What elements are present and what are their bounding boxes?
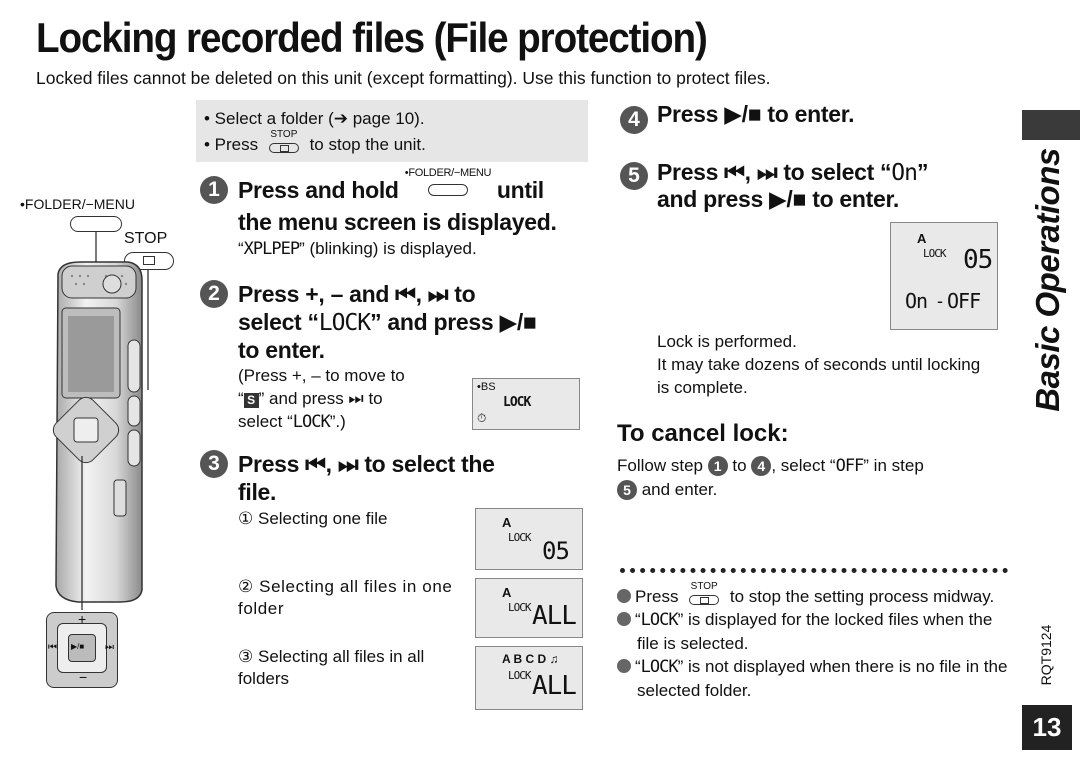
prestep-line-1: • Select a folder (➔ page 10).: [204, 109, 425, 128]
minus-button: −: [79, 669, 88, 685]
notes-list: Press STOP to stop the setting process m…: [617, 581, 1009, 702]
step-5-heading: Press ⏮, ⏭ to select “On”: [657, 159, 929, 186]
step-5-result: Lock is performed. It may take dozens of…: [657, 332, 981, 397]
section-label: Basic Operations: [1029, 148, 1066, 412]
step-3-heading-line2: file.: [238, 479, 277, 505]
stop-key-icon: STOP: [687, 581, 721, 606]
rewind-button: ⏮: [48, 642, 57, 653]
step-3-number: 3: [200, 450, 228, 478]
step-1-number: 1: [200, 176, 228, 204]
page-number: 13: [1022, 705, 1072, 750]
step-5-lcd-display: A LOCK 05 On - OFF: [890, 222, 998, 330]
lcd-off-option: OFF: [947, 289, 981, 313]
notes-divider: [620, 568, 1008, 573]
step-3-lcd-all-in-folder: A LOCK ALL: [475, 578, 583, 638]
page-subtitle: Locked files cannot be deleted on this u…: [36, 68, 771, 88]
step-3-lcd-one-file: A LOCK 05: [475, 508, 583, 570]
step-5-heading-line2: and press ▶/■ to enter.: [657, 186, 899, 212]
step-3-heading: Press ⏮, ⏭ to select the: [238, 451, 495, 477]
document-code: RQT9124: [1038, 624, 1054, 686]
step-2-heading-line2: select “LOCK” and press ▶/■: [238, 309, 537, 336]
page-title: Locking recorded files (File protection): [36, 14, 708, 61]
prestep-line-2: • Press STOP to stop the unit.: [204, 129, 426, 154]
step-3-option-1: ① Selecting one file: [238, 509, 388, 528]
plus-button: +: [78, 611, 87, 627]
step-2-body: (Press +, – to move to “S” and press ⏭ t…: [238, 366, 405, 432]
step-4-heading: Press ▶/■ to enter.: [657, 101, 855, 127]
step-3-option-2: ② Selecting all files in one folder: [238, 577, 453, 618]
step-1-heading: Press and hold •FOLDER/−MENU until: [238, 167, 544, 204]
device-illustration: •FOLDER/−MENU STOP + − ⏮ ⏭ ▶/■: [0, 190, 200, 730]
play-stop-button: ▶/■: [71, 642, 85, 651]
step-2-lcd-display: •BS LOCK ⏱: [472, 378, 580, 430]
lcd-text-xplpep: XPLPEP: [243, 239, 300, 259]
folder-menu-key-icon: •FOLDER/−MENU: [405, 168, 492, 200]
lcd-text-lock: LOCK: [318, 310, 371, 336]
stop-key-icon: STOP: [267, 129, 301, 154]
step-2-number: 2: [200, 280, 228, 308]
step-1-body: “XPLPEP” (blinking) is displayed.: [238, 239, 477, 259]
section-tab-marker: [1022, 110, 1080, 140]
sound-icon: S: [243, 393, 259, 408]
arrow-right-icon: ➔: [333, 109, 348, 128]
nav-pad-zoom: + − ⏮ ⏭ ▶/■: [46, 611, 118, 688]
note-item: “LOCK” is displayed for the locked files…: [617, 608, 1009, 655]
lcd-on-option: On: [905, 289, 928, 313]
step-5-number: 5: [620, 162, 648, 190]
step-4-number: 4: [620, 106, 648, 134]
step-3-option-3: ③ Selecting all files in all folders: [238, 647, 425, 688]
fast-forward-button: ⏭: [105, 642, 114, 653]
step-1-heading-line2: the menu screen is displayed.: [238, 209, 557, 235]
cancel-heading: To cancel lock:: [617, 420, 789, 447]
step-2-heading-line3: to enter.: [238, 337, 325, 363]
step-2-heading: Press +, – and ⏮, ⏭ to: [238, 281, 476, 307]
cancel-instructions: Follow step 1 to 4, select “OFF” in step…: [617, 456, 924, 500]
prestep-box: • Select a folder (➔ page 10). • Press S…: [196, 100, 588, 162]
step-3-lcd-all-folders: A B C D ♫ LOCK ALL: [475, 646, 583, 710]
note-item: Press STOP to stop the setting process m…: [617, 581, 1009, 608]
note-item: “LOCK” is not displayed when there is no…: [617, 655, 1009, 702]
